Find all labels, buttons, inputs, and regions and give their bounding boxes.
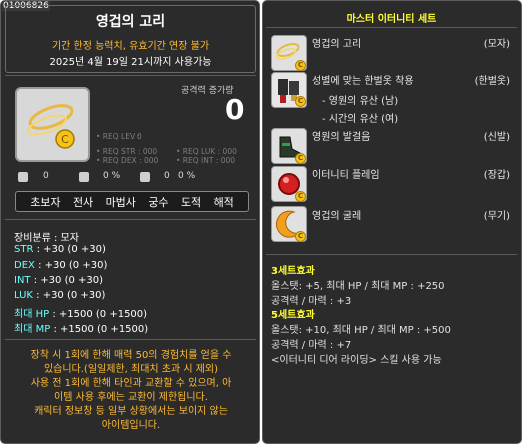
divider — [266, 254, 517, 255]
icon-value-2: 0 % — [103, 171, 121, 181]
divider — [266, 27, 517, 28]
divider — [5, 339, 256, 340]
set-piece-hat-slot: (모자) — [483, 39, 510, 50]
stat-str: STR : +30 (0 +30) — [14, 244, 106, 255]
set-piece-weapon: 영겁의 굴레 — [312, 211, 362, 222]
equip-slot-icon — [140, 172, 150, 182]
job-archer: 궁수 — [148, 195, 169, 209]
set-piece-shoes: 영원의 발걸음 — [312, 132, 371, 143]
icon-value-4: 0 % — [178, 171, 196, 181]
set-effect-5-line-2: 공격력 / 마력 : +7 — [271, 340, 352, 351]
req-lev-value: 0 — [137, 132, 142, 141]
job-thief: 도적 — [180, 195, 202, 209]
job-list: 초보자 전사 마법사 궁수 도적 해적 — [15, 191, 249, 212]
req-int: • REQ INT : 000 — [176, 156, 236, 165]
divider — [5, 75, 256, 76]
set-name: 마스터 이터니티 세트 — [346, 14, 437, 25]
attack-increase-value: 0 — [225, 93, 245, 126]
set-piece-overall-sub-female: - 시간의 유산 (여) — [322, 114, 399, 125]
equip-category: 장비분류 : 모자 — [14, 233, 79, 244]
item-description: 장착 시 1회에 한해 매력 50의 경험치를 얻을 수 있습니다.(일일제한,… — [30, 350, 232, 431]
stat-max-hp: 최대 HP : +1500 (0 +1500) — [14, 309, 148, 320]
upgrade-icon — [79, 172, 89, 182]
item-warning: 기간 한정 능력치, 유효기간 연장 불가 — [51, 41, 210, 52]
item-tooltip-panel: 01006826 영겁의 고리 기간 한정 능력치, 유효기간 연장 불가 20… — [0, 0, 260, 444]
set-effect-5-line-1: 올스탯: +10, 최대 HP / 최대 MP : +500 — [271, 325, 451, 336]
coin-icon: C — [295, 191, 306, 202]
set-piece-glove: 이터니티 플레임 — [312, 170, 380, 181]
job-pirate: 해적 — [213, 195, 234, 209]
item-title: 영겁의 고리 — [95, 14, 166, 30]
set-piece-hat: 영겁의 고리 — [312, 39, 362, 50]
set-piece-overall-slot: (한벌옷) — [474, 76, 510, 87]
req-luk: • REQ LUK : 000 — [176, 147, 237, 156]
set-piece-weapon-slot: (무기) — [483, 211, 510, 222]
divider — [5, 219, 256, 220]
set-effect-5-title: 5세트효과 — [271, 310, 315, 321]
coin-icon: C — [295, 153, 306, 164]
set-piece-overall-sub-male: - 영원의 유산 (남) — [322, 96, 399, 107]
req-dex: • REQ DEX : 000 — [96, 156, 159, 165]
job-beginner: 초보자 — [30, 195, 61, 209]
set-effect-3-line-1: 올스탯: +5, 최대 HP / 최대 MP : +250 — [271, 281, 445, 292]
req-str: • REQ STR : 000 — [96, 147, 158, 156]
stat-luk: LUK : +30 (0 +30) — [14, 290, 106, 301]
set-piece-overall: 성별에 맞는 한벌옷 착용 — [312, 76, 414, 87]
set-effect-3-line-2: 공격력 / 마력 : +3 — [271, 296, 352, 307]
coin-icon: C — [295, 60, 306, 71]
stat-int: INT : +30 (0 +30) — [14, 275, 104, 286]
set-piece-glove-slot: (장갑) — [483, 170, 510, 181]
req-lev: • REQ LEV : — [96, 132, 141, 141]
stat-max-mp: 최대 MP : +1500 (0 +1500) — [14, 324, 149, 335]
job-magician: 마법사 — [105, 195, 136, 209]
job-warrior: 전사 — [72, 195, 94, 209]
coin-icon: C — [295, 231, 306, 242]
icon-value-3: 0 — [164, 171, 170, 181]
icon-value-1: 0 — [43, 171, 49, 181]
halo-ring-icon: C — [27, 104, 75, 149]
craft-icon — [18, 172, 28, 182]
set-piece-shoes-slot: (신발) — [483, 132, 510, 143]
set-effect-3-title: 3세트효과 — [271, 266, 315, 277]
set-effect-5-line-3: <이터니티 디어 라이딩> 스킬 사용 가능 — [271, 355, 442, 366]
item-icon: C — [15, 87, 90, 162]
stat-dex: DEX : +30 (0 +30) — [14, 260, 108, 271]
svg-text:C: C — [61, 133, 69, 146]
coin-icon: C — [295, 96, 306, 107]
item-expiry: 2025년 4월 19일 21시까지 사용가능 — [49, 57, 212, 68]
